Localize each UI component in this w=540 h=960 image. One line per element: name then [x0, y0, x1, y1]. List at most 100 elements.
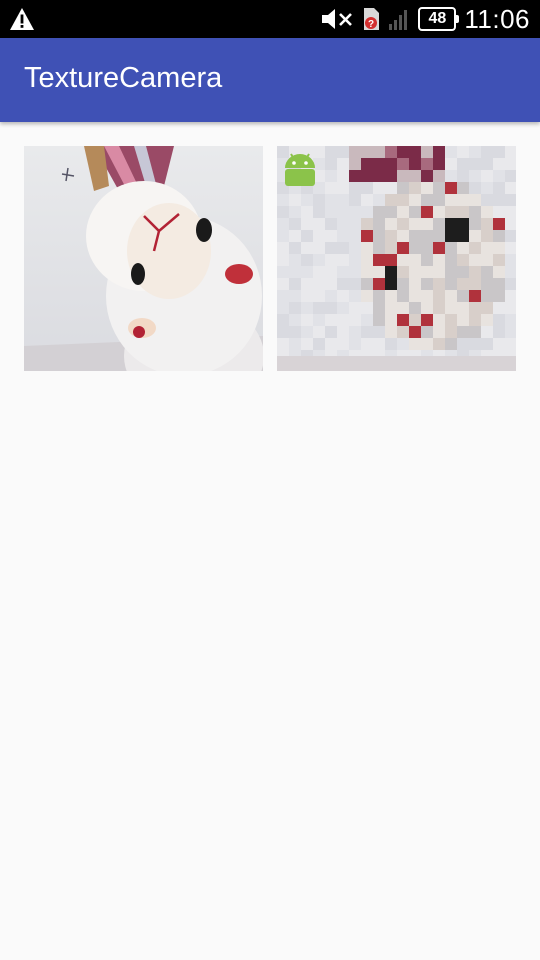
mosaic-tile: [289, 302, 301, 314]
mosaic-tile: [421, 230, 433, 242]
mosaic-tile: [277, 290, 289, 302]
mosaic-tile: [493, 194, 505, 206]
volume-muted-icon: [322, 9, 353, 29]
mosaic-tile: [493, 218, 505, 230]
mosaic-tile: [433, 338, 445, 350]
mosaic-tile: [481, 266, 493, 278]
mosaic-tile: [469, 146, 481, 158]
mosaic-tile: [385, 326, 397, 338]
mosaic-tile: [469, 254, 481, 266]
mosaic-tile: [373, 170, 385, 182]
mosaic-tile: [361, 206, 373, 218]
mosaic-tile: [349, 254, 361, 266]
mosaic-tile: [385, 302, 397, 314]
mosaic-tile: [505, 314, 516, 326]
mosaic-tile: [301, 290, 313, 302]
mosaic-tile: [469, 266, 481, 278]
mosaic-tile: [481, 326, 493, 338]
mosaic-tile: [481, 242, 493, 254]
mosaic-tile: [433, 170, 445, 182]
mosaic-tile: [409, 230, 421, 242]
mosaic-tile: [493, 158, 505, 170]
mosaic-tile: [397, 218, 409, 230]
mosaic-tile: [289, 230, 301, 242]
mosaic-tile: [433, 182, 445, 194]
sim-unknown-icon: ?: [364, 8, 380, 30]
mosaic-tile: [469, 326, 481, 338]
mosaic-tile: [433, 206, 445, 218]
mosaic-tile: [493, 182, 505, 194]
mosaic-tile: [337, 242, 349, 254]
mosaic-tile: [313, 302, 325, 314]
mosaic-tile: [373, 242, 385, 254]
mosaic-tile: [505, 230, 516, 242]
mosaic-tile: [325, 266, 337, 278]
mosaic-tile: [493, 302, 505, 314]
mosaic-tile: [493, 290, 505, 302]
mosaic-tile: [481, 278, 493, 290]
mosaic-tile: [421, 158, 433, 170]
mosaic-tile: [397, 290, 409, 302]
mosaic-tile: [349, 314, 361, 326]
mosaic-tile: [313, 254, 325, 266]
mosaic-tile: [397, 230, 409, 242]
mosaic-tile: [313, 194, 325, 206]
mosaic-tile: [505, 338, 516, 350]
mosaic-tile: [373, 266, 385, 278]
mosaic-tile: [325, 170, 337, 182]
mosaic-tile: [433, 218, 445, 230]
mosaic-tile: [397, 182, 409, 194]
mosaic-tile: [469, 338, 481, 350]
mosaic-tile: [409, 278, 421, 290]
mosaic-tile: [433, 242, 445, 254]
app-title: TextureCamera: [24, 62, 223, 94]
mosaic-tile: [361, 170, 373, 182]
mosaic-tile: [433, 278, 445, 290]
mosaic-tile: [493, 326, 505, 338]
mosaic-tile: [337, 278, 349, 290]
mosaic-tile: [409, 254, 421, 266]
android-icon: [285, 153, 315, 186]
mosaic-tile: [301, 206, 313, 218]
mosaic-tile: [325, 302, 337, 314]
mosaic-tile: [409, 242, 421, 254]
mosaic-tile: [361, 146, 373, 158]
mosaic-tile: [349, 218, 361, 230]
mosaic-tile: [433, 158, 445, 170]
mosaic-tile: [385, 170, 397, 182]
mosaic-tile: [313, 218, 325, 230]
mosaic-tile: [397, 170, 409, 182]
mosaic-tile: [457, 302, 469, 314]
mosaic-tile: [457, 182, 469, 194]
mosaic-tile: [361, 302, 373, 314]
mosaic-tile: [349, 206, 361, 218]
mosaic-tile: [493, 254, 505, 266]
mosaic-tile: [385, 146, 397, 158]
mosaic-tile: [313, 266, 325, 278]
mosaic-tile: [421, 302, 433, 314]
mosaic-tile: [337, 206, 349, 218]
mosaic-tile: [349, 182, 361, 194]
mosaic-tile: [397, 194, 409, 206]
mosaic-tile: [469, 302, 481, 314]
mosaic-tile: [337, 266, 349, 278]
mosaic-tile: [421, 290, 433, 302]
mosaic-tile: [385, 206, 397, 218]
mosaic-tile: [337, 254, 349, 266]
mosaic-tile: [445, 230, 457, 242]
mosaic-tile: [397, 326, 409, 338]
mosaic-tile: [433, 290, 445, 302]
mosaic-tile: [409, 146, 421, 158]
mosaic-tile: [421, 266, 433, 278]
mosaic-tile: [337, 170, 349, 182]
mosaic-tile: [481, 314, 493, 326]
mosaic-tile: [277, 230, 289, 242]
mosaic-tile: [385, 194, 397, 206]
mosaic-tile: [277, 242, 289, 254]
mosaic-tile: [301, 218, 313, 230]
mosaic-tile: [373, 206, 385, 218]
mosaic-tile: [337, 338, 349, 350]
mosaic-tile: [337, 158, 349, 170]
warning-icon: [10, 8, 34, 30]
mosaic-tile: [289, 314, 301, 326]
